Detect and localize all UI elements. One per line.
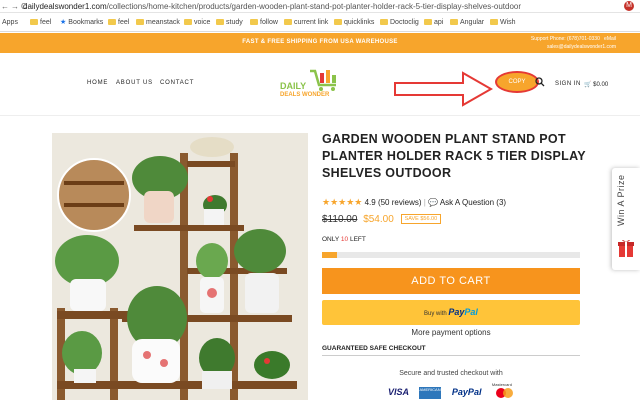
nav-contact[interactable]: CONTACT <box>160 80 194 86</box>
stock-progress-bar <box>322 252 580 258</box>
amex-logo: AMERICAN EXPRESS <box>419 387 461 399</box>
stock-progress-fill <box>322 252 338 258</box>
shipping-banner: FAST & FREE SHIPPING FROM USA WAREHOUSE … <box>0 33 640 53</box>
bookmark-wish[interactable]: Wish <box>490 14 516 32</box>
nav-home[interactable]: HOME <box>87 80 108 86</box>
win-a-prize-label: Win A Prize <box>616 174 626 226</box>
product-image[interactable] <box>52 133 308 400</box>
red-arrow-annotation <box>394 71 493 107</box>
sale-price: $54.00 <box>363 214 394 225</box>
payment-logos: VISA AMERICAN EXPRESS PayPal Mastercard <box>388 382 524 400</box>
bookmark-doctoclig[interactable]: Doctoclig <box>380 14 419 32</box>
star-icon: ★★★★★ <box>322 197 363 207</box>
browser-address-bar[interactable]: ←→C dailydealswonder1.com/collections/ho… <box>0 0 640 13</box>
site-logo[interactable]: DAILY DEALS WONDER <box>276 65 356 105</box>
buy-with-label: Buy with <box>424 311 447 317</box>
product-title: GARDEN WOODEN PLANT STAND POT PLANTER HO… <box>322 132 586 180</box>
bookmark-feel[interactable]: feel <box>30 14 51 32</box>
add-to-cart-button[interactable]: ADD TO CART <box>322 268 580 294</box>
nav-about-us[interactable]: ABOUT US <box>116 80 153 86</box>
url-text[interactable]: dailydealswonder1.com/collections/home-k… <box>23 0 521 13</box>
product-rating[interactable]: ★★★★★ 4.9 (50 reviews) | 💬 Ask A Questio… <box>322 197 506 208</box>
bookmark-bookmarks[interactable]: ★ Bookmarks <box>60 14 103 32</box>
win-a-prize-tab[interactable]: Win A Prize <box>612 168 640 270</box>
logo-text-deals-wonder: DEALS WONDER <box>280 92 330 98</box>
search-icon[interactable] <box>535 77 545 87</box>
profile-avatar[interactable]: M <box>624 1 634 11</box>
cart-icon: 🛒 <box>584 82 592 88</box>
ask-question-link[interactable]: Ask A Question (3) <box>440 198 506 207</box>
cart-logo-icon <box>310 69 336 91</box>
bookmark-apps[interactable]: Apps <box>2 14 18 32</box>
cart-button[interactable]: 🛒 $0.00 <box>584 81 608 88</box>
stock-text: ONLY 10 LEFT <box>322 236 366 243</box>
copy-button[interactable]: COPY <box>495 71 539 93</box>
bookmark-angular[interactable]: Angular <box>450 14 484 32</box>
bookmark-api[interactable]: api <box>424 14 443 32</box>
rating-value: 4.9 <box>364 198 376 207</box>
site-header: HOME ABOUT US CONTACT DAILY DEALS WONDER… <box>0 53 640 116</box>
sign-in-link[interactable]: SIGN IN <box>555 81 581 87</box>
bookmark-current-link[interactable]: current link <box>284 14 328 32</box>
gift-icon <box>618 239 634 257</box>
chat-icon: 💬 <box>428 198 439 207</box>
logo-text-daily: DAILY <box>280 81 307 91</box>
save-badge: SAVE $56.00 <box>400 214 442 224</box>
paypal-logo: PayPal <box>451 387 482 397</box>
bookmarks-bar: Apps feel ★ Bookmarks feel meanstack voic… <box>0 14 640 32</box>
bookmark-meanstack[interactable]: meanstack <box>136 14 180 32</box>
plant-stand-photo <box>52 133 308 400</box>
bookmark-quicklinks[interactable]: quicklinks <box>334 14 374 32</box>
bookmark-study[interactable]: study <box>216 14 243 32</box>
review-count[interactable]: (50 reviews) <box>378 198 422 207</box>
bookmark-follow[interactable]: follow <box>250 14 278 32</box>
secure-checkout-text: Secure and trusted checkout with <box>399 370 503 377</box>
price-row: $110.00 $54.00 SAVE $56.00 <box>322 214 442 225</box>
visa-logo: VISA <box>388 387 410 397</box>
bookmark-feel-2[interactable]: feel <box>108 14 129 32</box>
paypal-logo-pay: Pay <box>448 307 465 317</box>
bookmark-voice[interactable]: voice <box>184 14 210 32</box>
paypal-button[interactable]: Buy with PayPal <box>322 300 580 325</box>
paypal-logo-pal: Pal <box>464 307 478 317</box>
cart-total: $0.00 <box>593 82 609 88</box>
mastercard-logo: Mastercard <box>492 382 518 399</box>
guaranteed-checkout-heading: GUARANTEED SAFE CHECKOUT <box>322 345 580 356</box>
support-contact: Support Phone: (678)701-0330 eMail sales… <box>530 36 616 50</box>
original-price: $110.00 <box>322 214 358 225</box>
more-payment-options-link[interactable]: More payment options <box>322 328 580 337</box>
